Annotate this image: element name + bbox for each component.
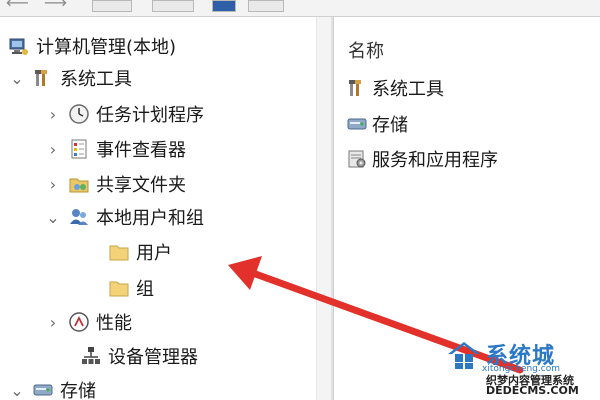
device-manager-icon — [80, 345, 102, 367]
console-tree: 计算机管理(本地) ⌄ 系统工具 › 任务计划程序 › 事件查看器 › 共享文件… — [0, 17, 331, 400]
tree-item-performance[interactable]: › 性能 — [44, 307, 132, 337]
tree-item-label: 系统工具 — [60, 69, 132, 90]
tree-item-label: 任务计划程序 — [96, 105, 204, 126]
list-item-system-tools[interactable]: 系统工具 — [346, 73, 444, 103]
chevron-down-icon[interactable]: ⌄ — [8, 69, 26, 88]
tree-item-label: 本地用户和组 — [96, 208, 204, 229]
tree-item-event-viewer[interactable]: › 事件查看器 — [44, 134, 186, 164]
toolbar-button-show-hide[interactable] — [248, 0, 284, 12]
folder-icon — [108, 277, 130, 299]
watermark-logo-icon — [448, 342, 480, 369]
tree-scrollbar[interactable] — [316, 17, 331, 400]
tree-item-label: 共享文件夹 — [96, 175, 186, 196]
list-item-storage[interactable]: 存储 — [346, 109, 408, 139]
chevron-right-icon[interactable]: › — [44, 105, 62, 124]
tree-item-label: 用户 — [136, 243, 172, 264]
system-tools-icon — [346, 77, 368, 99]
chevron-down-icon[interactable]: ⌄ — [8, 381, 26, 400]
tree-item-label: 计算机管理(本地) — [36, 37, 177, 58]
toolbar-button-up[interactable] — [92, 0, 132, 12]
storage-icon — [32, 379, 54, 400]
watermark: 系统城 xitongcheng.com 织梦内容管理系统 DEDECMS.COM — [446, 338, 596, 398]
list-item-label: 服务和应用程序 — [372, 150, 498, 171]
storage-icon — [346, 113, 368, 135]
tree-item-task-scheduler[interactable]: › 任务计划程序 — [44, 99, 204, 129]
tree-item-local-users-groups[interactable]: ⌄ 本地用户和组 — [44, 202, 204, 232]
chevron-right-icon[interactable]: › — [44, 175, 62, 194]
column-header-name[interactable]: 名称 — [348, 37, 384, 63]
tree-item-computer-management[interactable]: 计算机管理(本地) — [8, 31, 176, 61]
back-arrow-icon[interactable]: ⟵ — [6, 0, 29, 11]
tree-item-label: 组 — [136, 279, 154, 300]
tree-item-label: 存储 — [60, 381, 96, 400]
tree-item-label: 性能 — [96, 313, 132, 334]
folder-icon — [108, 241, 130, 263]
list-item-services-applications[interactable]: 服务和应用程序 — [346, 144, 498, 174]
computer-management-icon — [8, 35, 30, 57]
tree-item-label: 设备管理器 — [108, 347, 198, 368]
shared-folder-icon — [68, 173, 90, 195]
tree-item-device-manager[interactable]: 设备管理器 — [80, 341, 198, 371]
toolbar: ⟵ ⟶ — [0, 0, 600, 17]
clock-icon — [68, 103, 90, 125]
chevron-right-icon[interactable]: › — [44, 313, 62, 332]
system-tools-icon — [32, 67, 54, 89]
chevron-right-icon[interactable]: › — [44, 140, 62, 159]
chevron-down-icon[interactable]: ⌄ — [44, 208, 62, 227]
performance-icon — [68, 311, 90, 333]
services-icon — [346, 148, 368, 170]
list-item-label: 存储 — [372, 115, 408, 136]
watermark-site-domain: DEDECMS.COM — [486, 384, 579, 397]
toolbar-button-properties[interactable] — [152, 0, 194, 12]
tree-item-storage[interactable]: ⌄ 存储 — [8, 375, 96, 400]
tree-item-users[interactable]: 用户 — [108, 237, 172, 267]
list-item-label: 系统工具 — [372, 79, 444, 100]
tree-item-groups[interactable]: 组 — [108, 273, 154, 303]
tree-item-system-tools[interactable]: ⌄ 系统工具 — [8, 63, 132, 93]
event-viewer-icon — [68, 138, 90, 160]
tree-item-label: 事件查看器 — [96, 140, 186, 161]
toolbar-button-help[interactable] — [212, 0, 236, 12]
tree-item-shared-folders[interactable]: › 共享文件夹 — [44, 169, 186, 199]
forward-arrow-icon[interactable]: ⟶ — [44, 0, 67, 11]
users-group-icon — [68, 206, 90, 228]
